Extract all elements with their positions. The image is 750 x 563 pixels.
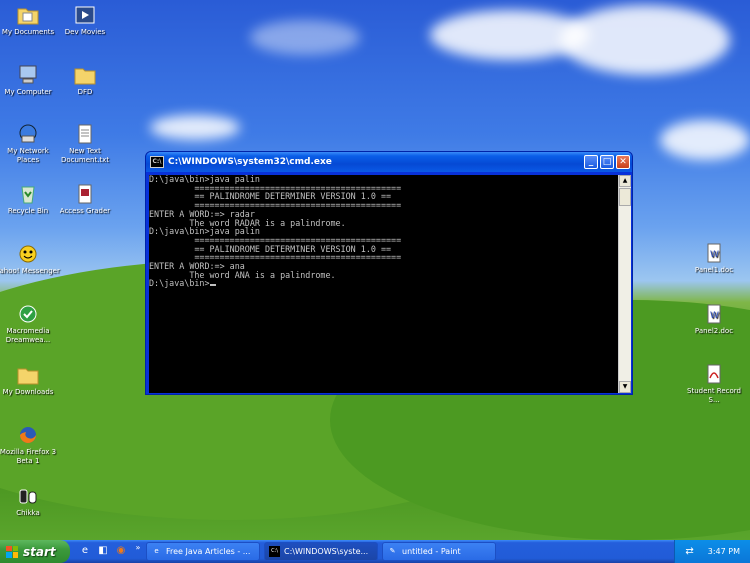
task-label: Free Java Articles - ...: [166, 547, 251, 556]
windows-logo-icon: [6, 545, 18, 558]
desktop-icon-dev-movies[interactable]: Dev Movies: [52, 4, 118, 37]
task-paint[interactable]: ✎ untitled - Paint: [382, 542, 496, 561]
text-file-icon: [74, 123, 96, 145]
cmd-window[interactable]: C:\ C:\WINDOWS\system32\cmd.exe _ □ ✕ D:…: [145, 151, 633, 395]
svg-text:W: W: [710, 311, 719, 321]
yahoo-messenger-icon: [17, 243, 39, 265]
network-tray-icon[interactable]: ⇄: [685, 546, 693, 557]
access-file-icon: [74, 183, 96, 205]
firefox-quick-icon[interactable]: ◉: [114, 544, 128, 558]
cmd-window-title: C:\WINDOWS\system32\cmd.exe: [168, 157, 332, 167]
console-line: The word ANA is a palindrome.: [149, 269, 336, 280]
icon-label: Access Grader: [59, 207, 111, 215]
network-icon: [17, 123, 39, 145]
svg-text:W: W: [710, 250, 719, 260]
maximize-button[interactable]: □: [600, 155, 614, 169]
desktop-icon-panel1[interactable]: W Panel1.doc: [681, 242, 747, 275]
movie-icon: [74, 4, 96, 26]
computer-icon: [17, 64, 39, 86]
minimize-button[interactable]: _: [584, 155, 598, 169]
desktop-icon-dfd[interactable]: DFD: [52, 64, 118, 97]
quick-launch-overflow-icon[interactable]: »: [131, 541, 145, 555]
icon-label: Panel1.doc: [694, 266, 734, 274]
taskbar: start e ◧ ◉ » e Free Java Articles - ...…: [0, 540, 750, 563]
cloud: [250, 20, 360, 55]
icon-label: Dev Movies: [64, 28, 106, 36]
ie-icon[interactable]: e: [78, 544, 92, 558]
ie-icon: e: [154, 547, 159, 555]
start-label: start: [23, 544, 56, 559]
cmd-titlebar[interactable]: C:\ C:\WINDOWS\system32\cmd.exe _ □ ✕: [146, 152, 632, 172]
console-line: D:\java\bin>: [149, 279, 618, 288]
system-tray: ⇄ 3:47 PM: [674, 540, 750, 563]
desktop-icon-dreamweaver[interactable]: Macromedia Dreamwea...: [0, 303, 61, 345]
chikka-icon: [17, 485, 39, 507]
scroll-up-button[interactable]: ▲: [619, 175, 631, 187]
cloud: [560, 5, 730, 75]
console-output[interactable]: D:\java\bin>java palin =================…: [149, 175, 618, 393]
desktop-icon-firefox[interactable]: Mozilla Firefox 3 Beta 1: [0, 424, 61, 466]
icon-label: Macromedia Dreamwea...: [5, 327, 51, 344]
scroll-down-button[interactable]: ▼: [619, 381, 631, 393]
desktop-icon-my-downloads[interactable]: My Downloads: [0, 364, 61, 397]
cmd-icon: C:\: [269, 546, 280, 557]
icon-label: Chikka: [16, 509, 40, 517]
close-button[interactable]: ✕: [616, 155, 630, 169]
folder-documents-icon: [17, 4, 39, 26]
recycle-bin-icon: [17, 183, 39, 205]
icon-label: New Text Document.txt: [60, 147, 110, 164]
paint-icon: ✎: [389, 547, 396, 555]
dreamweaver-icon: [17, 303, 39, 325]
scroll-thumb[interactable]: [619, 188, 631, 206]
desktop-icon-yahoo-messenger[interactable]: Yahoo! Messenger: [0, 243, 61, 276]
icon-label: Panel2.doc: [694, 327, 734, 335]
desktop-icon-new-text-document[interactable]: New Text Document.txt: [52, 123, 118, 165]
cloud: [150, 115, 240, 140]
task-free-java-articles[interactable]: e Free Java Articles - ...: [146, 542, 260, 561]
firefox-icon: [17, 424, 39, 446]
desktop-icon-panel2[interactable]: W Panel2.doc: [681, 303, 747, 336]
desktop-icon-access-grader[interactable]: Access Grader: [52, 183, 118, 216]
pdf-icon: [703, 363, 725, 385]
show-desktop-icon[interactable]: ◧: [96, 544, 110, 558]
clock[interactable]: 3:47 PM: [708, 547, 740, 556]
task-cmd[interactable]: C:\ C:\WINDOWS\syste...: [264, 542, 378, 561]
icon-label: Mozilla Firefox 3 Beta 1: [0, 448, 57, 465]
desktop-icon-chikka[interactable]: Chikka: [0, 485, 61, 518]
task-label: C:\WINDOWS\syste...: [284, 547, 369, 556]
word-doc-icon: W: [703, 303, 725, 325]
text-cursor: [209, 284, 216, 287]
icon-label: Yahoo! Messenger: [0, 267, 60, 275]
icon-label: DFD: [77, 88, 93, 96]
folder-icon: [17, 364, 39, 386]
icon-label: My Downloads: [2, 388, 54, 396]
folder-icon: [74, 64, 96, 86]
start-button[interactable]: start: [0, 540, 70, 563]
cmd-app-icon[interactable]: C:\: [150, 156, 164, 168]
vertical-scrollbar[interactable]: ▲ ▼: [618, 175, 631, 393]
desktop-icon-student-record[interactable]: Student Record S...: [681, 363, 747, 405]
word-doc-icon: W: [703, 242, 725, 264]
icon-label: Student Record S...: [687, 387, 741, 404]
desktop: My Documents My Computer My Network Plac…: [0, 0, 750, 540]
task-label: untitled - Paint: [402, 547, 461, 556]
cloud: [660, 120, 750, 160]
